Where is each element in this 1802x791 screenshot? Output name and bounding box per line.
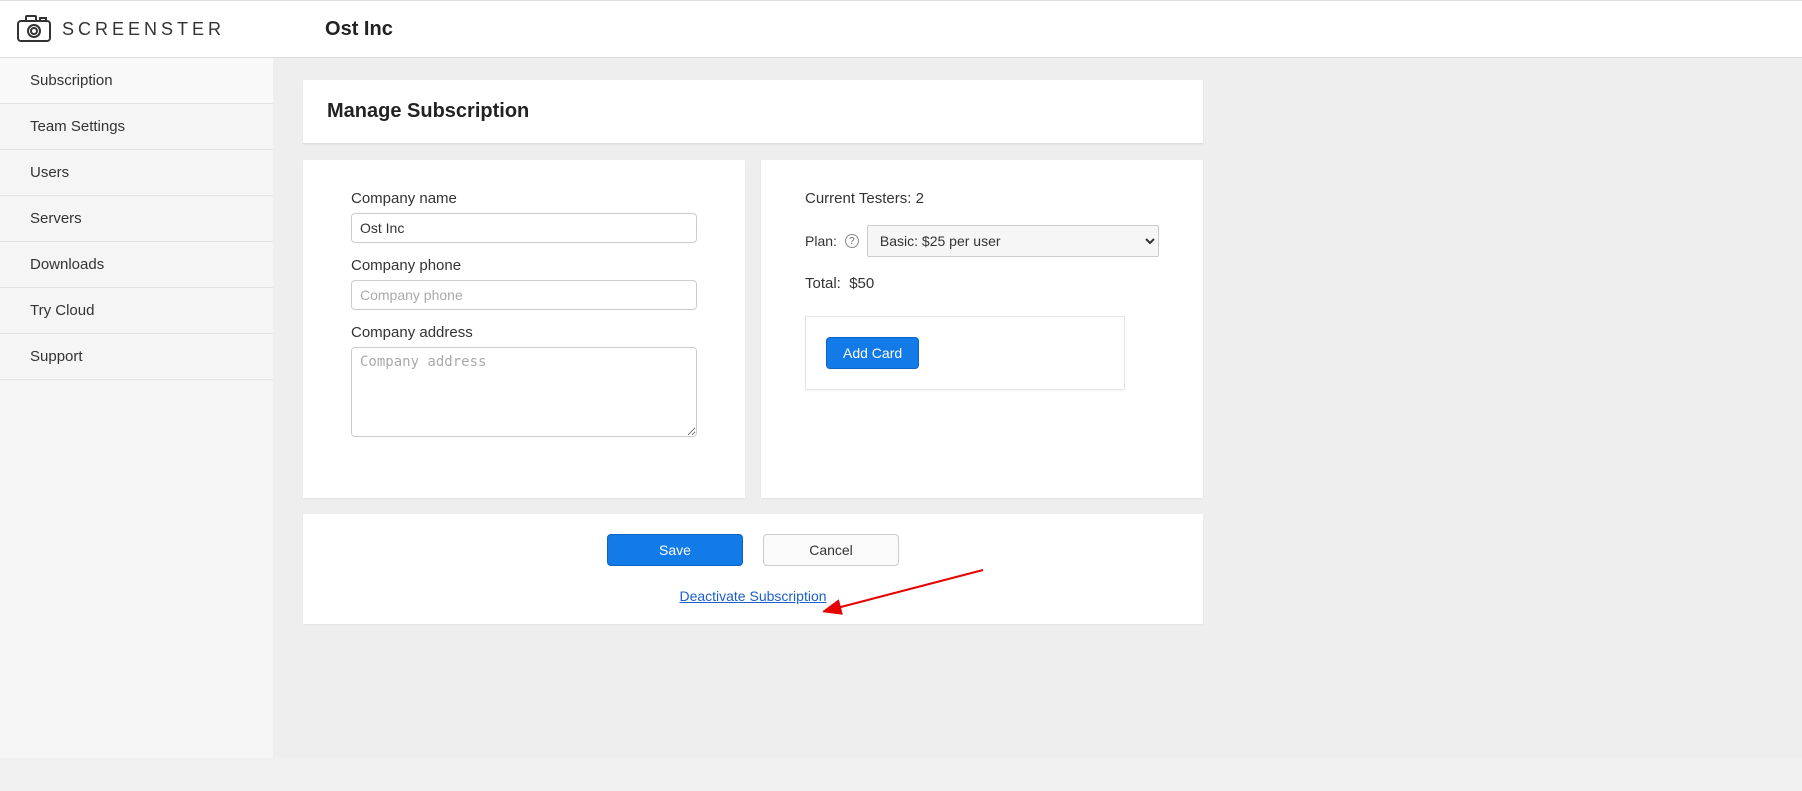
sidebar-item-servers[interactable]: Servers — [0, 196, 273, 242]
topbar: SCREENSTER Ost Inc — [0, 0, 1802, 58]
company-name-label: Company name — [351, 190, 697, 207]
cancel-button[interactable]: Cancel — [763, 534, 899, 566]
plan-select[interactable]: Basic: $25 per user — [867, 225, 1159, 257]
company-phone-label: Company phone — [351, 257, 697, 274]
plan-label: Plan: — [805, 233, 837, 249]
sidebar-item-team-settings[interactable]: Team Settings — [0, 104, 273, 150]
total-line: Total: $50 — [805, 275, 1159, 292]
deactivate-subscription-link[interactable]: Deactivate Subscription — [679, 588, 826, 604]
current-testers: Current Testers: 2 — [805, 190, 1159, 207]
company-address-input[interactable] — [351, 347, 697, 437]
total-label: Total: — [805, 275, 841, 292]
actions-panel: Save Cancel Deactivate Subscription — [303, 514, 1203, 624]
sidebar: Subscription Team Settings Users Servers… — [0, 58, 273, 758]
camera-icon — [16, 13, 52, 46]
company-form-panel: Company name Company phone Company addre… — [303, 160, 745, 498]
sidebar-item-support[interactable]: Support — [0, 334, 273, 380]
save-button[interactable]: Save — [607, 534, 743, 566]
add-card-button[interactable]: Add Card — [826, 337, 919, 369]
page-header: Manage Subscription — [303, 80, 1203, 144]
brand-logo[interactable]: SCREENSTER — [16, 13, 225, 46]
main-content: Manage Subscription Company name Company… — [273, 58, 1802, 758]
sidebar-item-users[interactable]: Users — [0, 150, 273, 196]
org-name: Ost Inc — [325, 18, 393, 41]
total-value: $50 — [849, 275, 874, 292]
company-phone-input[interactable] — [351, 280, 697, 310]
card-box: Add Card — [805, 316, 1125, 390]
sidebar-item-try-cloud[interactable]: Try Cloud — [0, 288, 273, 334]
page-title: Manage Subscription — [327, 100, 1179, 123]
brand-text: SCREENSTER — [62, 19, 225, 40]
sidebar-item-downloads[interactable]: Downloads — [0, 242, 273, 288]
annotation-arrow-icon — [823, 566, 993, 616]
sidebar-item-subscription[interactable]: Subscription — [0, 58, 273, 104]
company-name-input[interactable] — [351, 213, 697, 243]
help-icon[interactable]: ? — [845, 234, 859, 248]
plan-panel: Current Testers: 2 Plan: ? Basic: $25 pe… — [761, 160, 1203, 498]
company-address-label: Company address — [351, 324, 697, 341]
